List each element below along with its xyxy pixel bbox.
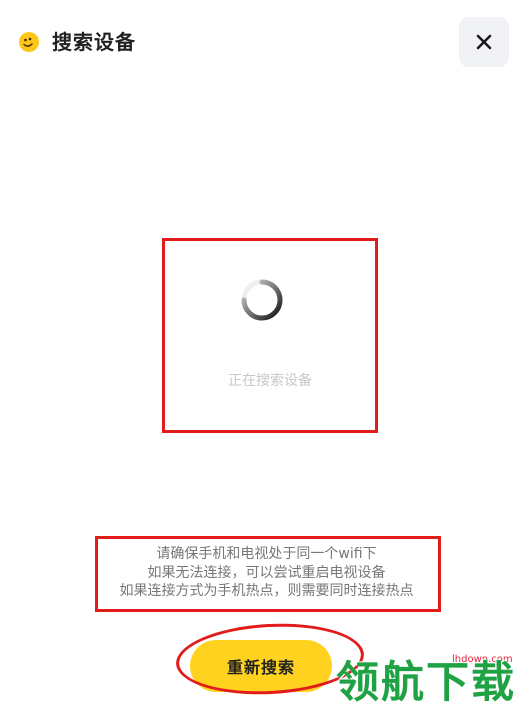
connection-tips: 请确保手机和电视处于同一个wifi下 如果无法连接，可以尝试重启电视设备 如果连… xyxy=(95,545,438,601)
tip-line: 请确保手机和电视处于同一个wifi下 xyxy=(156,546,377,562)
searching-highlight-box xyxy=(162,238,378,433)
emoji-face-icon xyxy=(19,32,39,52)
search-status-text: 正在搜索设备 xyxy=(228,373,312,389)
dialog-title: 搜索设备 xyxy=(52,30,136,54)
close-button[interactable] xyxy=(459,17,509,67)
close-icon xyxy=(476,34,492,50)
tip-line: 如果无法连接，可以尝试重启电视设备 xyxy=(147,564,386,581)
watermark-text: 领航下载 xyxy=(336,658,516,707)
loading-spinner-icon xyxy=(241,279,283,321)
tip-line: 如果连接方式为手机热点，则需要同时连接热点 xyxy=(119,583,414,599)
search-device-dialog: 搜索设备 正在搜索设备 请确保手机和电视处于同一个wifi下 如果无法连接，可以… xyxy=(0,0,517,707)
dialog-header: 搜索设备 xyxy=(0,0,517,86)
